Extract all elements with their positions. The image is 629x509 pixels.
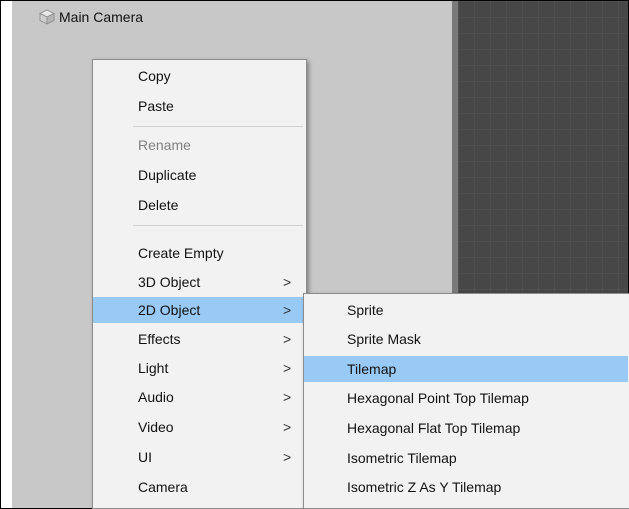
menu-item-label: Hexagonal Flat Top Tilemap — [347, 420, 521, 436]
menu-item-duplicate[interactable]: Duplicate — [93, 162, 305, 188]
menu-item-camera[interactable]: Camera — [93, 474, 305, 500]
menu-item-label: 2D Object — [138, 302, 201, 318]
submenu-item-isometric-z-as-y-tilemap[interactable]: Isometric Z As Y Tilemap — [304, 474, 628, 500]
menu-item-audio[interactable]: Audio > — [93, 384, 305, 410]
menu-item-label: Duplicate — [138, 167, 197, 183]
menu-separator — [133, 126, 303, 127]
submenu-item-sprite-mask[interactable]: Sprite Mask — [304, 326, 628, 352]
submenu-arrow-icon: > — [283, 419, 292, 435]
menu-item-label: Paste — [138, 98, 174, 114]
menu-item-ui[interactable]: UI > — [93, 444, 305, 470]
menu-item-label: Video — [138, 419, 174, 435]
menu-item-paste[interactable]: Paste — [93, 93, 305, 119]
submenu-item-tilemap[interactable]: Tilemap — [304, 356, 628, 382]
main-camera-label: Main Camera — [59, 9, 144, 25]
menu-item-rename: Rename — [93, 132, 305, 158]
submenu-item-hexagonal-flat-top-tilemap[interactable]: Hexagonal Flat Top Tilemap — [304, 415, 628, 441]
menu-item-label: Sprite — [347, 302, 384, 318]
menu-item-2d-object[interactable]: 2D Object > — [93, 297, 305, 323]
menu-item-label: Copy — [138, 68, 171, 84]
submenu-item-sprite[interactable]: Sprite — [304, 297, 628, 323]
menu-item-light[interactable]: Light > — [93, 355, 305, 381]
submenu-arrow-icon: > — [283, 302, 292, 318]
hierarchy-item-main-camera[interactable]: Main Camera — [39, 7, 143, 27]
hierarchy-margin — [1, 1, 12, 508]
menu-item-label: UI — [138, 449, 152, 465]
cube-icon — [39, 9, 55, 25]
menu-item-copy[interactable]: Copy — [93, 63, 305, 89]
menu-item-label: Rename — [138, 137, 191, 153]
menu-item-label: Audio — [138, 389, 174, 405]
menu-item-3d-object[interactable]: 3D Object > — [93, 269, 305, 295]
menu-item-create-empty[interactable]: Create Empty — [93, 240, 305, 266]
submenu-arrow-icon: > — [283, 360, 292, 376]
menu-item-video[interactable]: Video > — [93, 414, 305, 440]
submenu-arrow-icon: > — [283, 331, 292, 347]
menu-separator — [133, 225, 303, 226]
submenu-arrow-icon: > — [283, 389, 292, 405]
submenu-item-isometric-tilemap[interactable]: Isometric Tilemap — [304, 445, 628, 471]
menu-item-label: 3D Object — [138, 274, 201, 290]
menu-item-label: Hexagonal Point Top Tilemap — [347, 390, 529, 406]
menu-item-label: Camera — [138, 479, 188, 495]
submenu-arrow-icon: > — [283, 449, 292, 465]
menu-item-delete[interactable]: Delete — [93, 192, 305, 218]
menu-item-label: Light — [138, 360, 169, 376]
context-menu: Copy Paste Rename Duplicate Delete Creat… — [92, 59, 307, 509]
menu-item-label: Sprite Mask — [347, 331, 421, 347]
submenu-arrow-icon: > — [283, 274, 292, 290]
submenu-2d-object: Sprite Sprite Mask Tilemap Hexagonal Poi… — [303, 293, 629, 509]
menu-item-effects[interactable]: Effects > — [93, 326, 305, 352]
menu-item-label: Isometric Z As Y Tilemap — [347, 479, 502, 495]
menu-item-label: Isometric Tilemap — [347, 450, 457, 466]
menu-item-label: Tilemap — [347, 361, 397, 377]
submenu-item-hexagonal-point-top-tilemap[interactable]: Hexagonal Point Top Tilemap — [304, 385, 628, 411]
menu-item-label: Create Empty — [138, 245, 224, 261]
menu-item-label: Effects — [138, 331, 181, 347]
menu-item-label: Delete — [138, 197, 179, 213]
